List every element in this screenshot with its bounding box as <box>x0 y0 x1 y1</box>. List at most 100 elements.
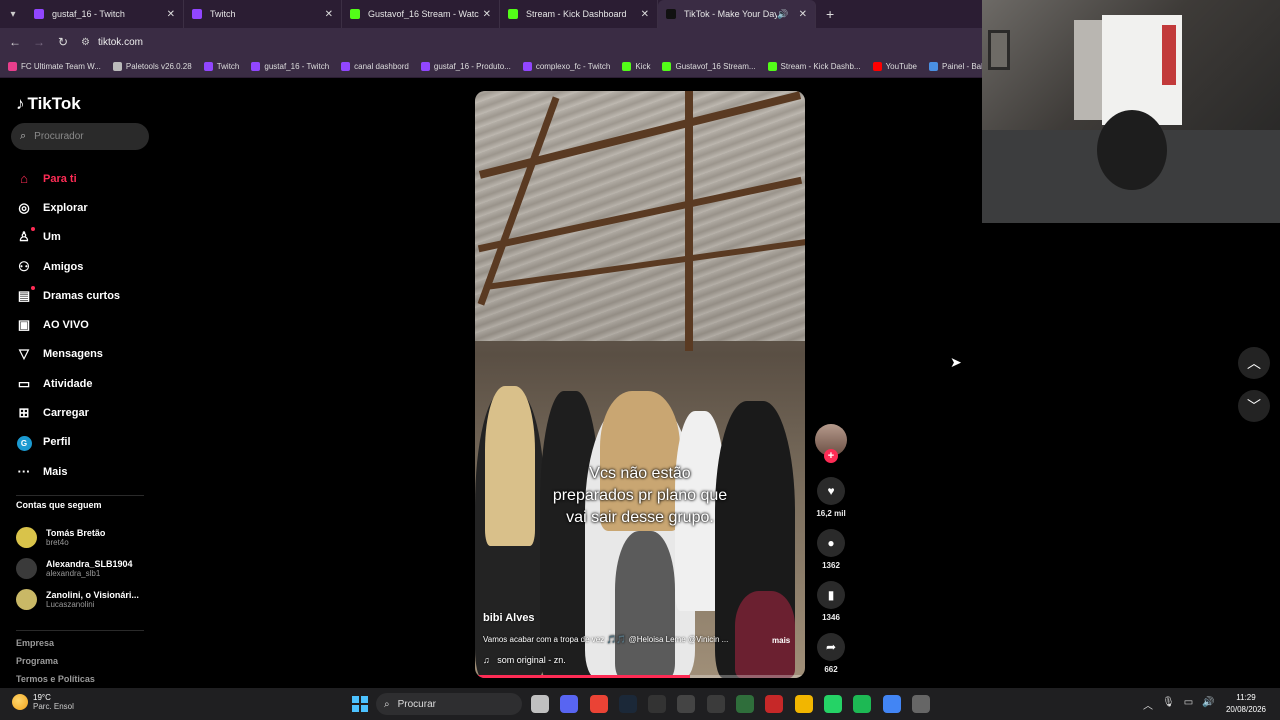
tab-close-icon[interactable]: ✕ <box>483 9 491 20</box>
taskbar-app-icon[interactable] <box>589 695 608 713</box>
heart-icon[interactable]: ♥ <box>817 477 845 505</box>
save-action[interactable]: ▮ 1346 <box>815 581 847 622</box>
site-info-icon[interactable]: ⚙ <box>81 37 90 48</box>
divider <box>16 495 144 496</box>
sidebar-item-dramas-curtos[interactable]: ▤ Dramas curtos <box>16 281 120 310</box>
start-button[interactable] <box>352 696 368 712</box>
bookmark-item[interactable]: YouTube <box>872 62 917 71</box>
tab-audio-icon[interactable]: 🔊 <box>777 9 788 20</box>
bookmark-item[interactable]: FC Ultimate Team W... <box>8 62 101 71</box>
volume-icon[interactable]: 🔊 <box>1202 697 1214 712</box>
taskbar-app-icon[interactable] <box>794 695 813 713</box>
video-sound[interactable]: ♫ som original - zn. <box>483 655 566 665</box>
taskbar-app-icon[interactable] <box>765 695 784 713</box>
taskbar-app-icon[interactable] <box>736 695 755 713</box>
previous-video-button[interactable]: ︿ <box>1238 347 1270 379</box>
bookmark-item[interactable]: Twitch <box>203 62 239 71</box>
more-icon: ··· <box>17 464 31 480</box>
forward-button[interactable]: → <box>27 35 51 49</box>
browser-tab[interactable]: gustaf_16 - Twitch ✕ <box>26 0 184 28</box>
bookmark-item[interactable]: Paletools v26.0.28 <box>112 62 192 71</box>
taskbar-app-icon[interactable] <box>618 695 637 713</box>
taskbar-app-icon[interactable] <box>531 695 549 713</box>
url-text: tiktok.com <box>97 36 143 48</box>
tab-close-icon[interactable]: ✕ <box>325 9 333 20</box>
activity-icon: ▭ <box>17 375 31 391</box>
sidebar-item-atividade[interactable]: ▭ Atividade <box>16 369 120 398</box>
following-account[interactable]: Alexandra_SLB1904 alexandra_slb1 <box>16 553 139 584</box>
following-account[interactable]: Zanolini, o Visionári... Lucaszanolini <box>16 584 139 615</box>
bookmark-item[interactable]: gustaf_16 - Produto... <box>420 62 511 71</box>
follow-plus-icon[interactable]: + <box>824 449 838 463</box>
tab-close-icon[interactable]: ✕ <box>799 9 807 20</box>
bookmark-label: YouTube <box>885 62 917 71</box>
creator-avatar[interactable]: + <box>815 424 847 463</box>
taskbar-app-icon[interactable] <box>648 695 667 713</box>
tray-chevron-icon[interactable]: ︿ <box>1143 697 1153 712</box>
tab-close-icon[interactable]: ✕ <box>167 9 175 20</box>
bookmark-item[interactable]: complexo_fc - Twitch <box>522 62 610 71</box>
taskbar-app-icon[interactable] <box>560 695 579 713</box>
browser-tab[interactable]: TikTok - Make Your Day 🔊 ✕ <box>658 0 816 28</box>
comment-action[interactable]: ● 1362 <box>815 529 847 570</box>
weather-widget[interactable]: 19°C Parc. Ensol <box>12 693 74 711</box>
mouse-cursor-icon: ➤ <box>950 354 962 370</box>
share-icon[interactable]: ➦ <box>817 633 845 661</box>
like-action[interactable]: ♥ 16,2 mil <box>815 477 847 518</box>
sidebar-item-label: Mais <box>43 465 68 478</box>
microphone-icon[interactable]: 🎙 <box>1162 697 1175 712</box>
bookmark-item[interactable]: gustaf_16 - Twitch <box>251 62 329 71</box>
video-progress-bar[interactable] <box>475 675 805 678</box>
following-account[interactable]: Tomás Bretão bret4o <box>16 522 139 553</box>
sidebar-item-para-ti[interactable]: ⌂ Para ti <box>16 164 120 193</box>
taskbar-app-icon[interactable] <box>706 695 725 713</box>
next-video-button[interactable]: ﹀ <box>1238 390 1270 422</box>
sidebar-item-explorar[interactable]: ◎ Explorar <box>16 193 120 222</box>
clock[interactable]: 11:29 20/08/2026 <box>1224 692 1268 716</box>
bookmark-item[interactable]: Stream - Kick Dashb... <box>767 62 861 71</box>
sidebar-item-mensagens[interactable]: ▽ Mensagens <box>16 340 120 369</box>
footer-link[interactable]: Termos e Políticas <box>16 670 95 688</box>
sidebar-item-ao-vivo[interactable]: ▣ AO VIVO <box>16 310 120 339</box>
sidebar-item-mais[interactable]: ··· Mais <box>16 457 120 486</box>
sidebar-item-carregar[interactable]: ⊞ Carregar <box>16 398 120 427</box>
video-player[interactable]: Vcs não estão preparados pr plano que va… <box>475 91 805 678</box>
reload-button[interactable]: ↻ <box>51 35 75 49</box>
tiktok-logo[interactable]: ♪ TikTok <box>16 94 81 114</box>
taskbar-app-icon[interactable] <box>823 695 842 713</box>
chevron-up-icon: ︿ <box>1247 355 1261 371</box>
bookmark-item[interactable]: canal dashbord <box>341 62 409 71</box>
bookmark-item[interactable]: Kick <box>622 62 650 71</box>
bookmark-item[interactable]: Painel - Bah <box>929 62 986 71</box>
bookmark-label: Paletools v26.0.28 <box>125 62 192 71</box>
bookmark-item[interactable]: Gustavof_16 Stream... <box>662 62 756 71</box>
display-icon[interactable]: ▭ <box>1184 697 1193 712</box>
more-button[interactable]: mais <box>772 636 790 645</box>
sidebar-item-amigos[interactable]: ⚇ Amigos <box>16 252 120 281</box>
url-field[interactable]: ⚙ tiktok.com <box>81 37 143 48</box>
search-input[interactable]: ⌕ Procurador <box>11 123 149 150</box>
taskbar-app-icon[interactable] <box>911 695 930 713</box>
taskbar-app-icon[interactable] <box>882 695 901 713</box>
tab-close-icon[interactable]: ✕ <box>641 9 649 20</box>
tab-search-button[interactable]: ▾ <box>0 0 26 28</box>
browser-tab[interactable]: Gustavof_16 Stream - Watch Li ✕ <box>342 0 500 28</box>
video-author[interactable]: bibi Alves <box>483 612 535 624</box>
sidebar-item-um[interactable]: ♙ Um <box>16 223 120 252</box>
footer-link[interactable]: Empresa <box>16 634 95 652</box>
footer-link[interactable]: Programa <box>16 652 95 670</box>
comment-icon[interactable]: ● <box>817 529 845 557</box>
sidebar-item-perfil[interactable]: G Perfil <box>16 428 120 457</box>
new-tab-button[interactable]: + <box>816 6 844 22</box>
taskbar-app-icon[interactable] <box>853 695 872 713</box>
taskbar-app-icon[interactable] <box>677 695 696 713</box>
share-action[interactable]: ➦ 662 <box>815 633 847 674</box>
account-name: Tomás Bretão <box>46 528 106 538</box>
tab-favicon-icon <box>34 9 44 19</box>
sidebar-item-label: Para ti <box>43 172 77 185</box>
bookmark-icon[interactable]: ▮ <box>817 581 845 609</box>
browser-tab[interactable]: Stream - Kick Dashboard ✕ <box>500 0 658 28</box>
taskbar-search[interactable]: ⌕ Procurar <box>376 693 522 715</box>
back-button[interactable]: ← <box>3 35 27 49</box>
browser-tab[interactable]: Twitch ✕ <box>184 0 342 28</box>
